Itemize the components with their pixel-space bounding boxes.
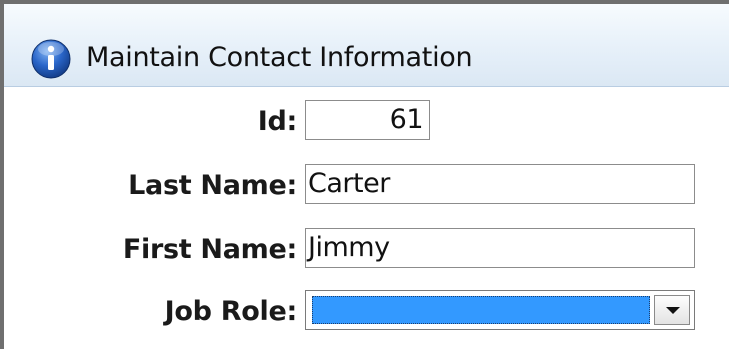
chevron-down-icon [666,307,680,314]
last-name-field[interactable]: Carter [305,164,695,204]
job-role-label: Job Role: [164,296,298,327]
job-role-select[interactable] [305,290,695,330]
job-role-selected-value [312,296,650,324]
first-name-field[interactable]: Jimmy [305,228,695,268]
job-role-dropdown-button[interactable] [654,295,690,325]
info-icon [31,39,71,79]
window-title: Maintain Contact Information [86,42,473,73]
title-bar: Maintain Contact Information [4,4,729,87]
last-name-label: Last Name: [128,170,297,201]
id-label: Id: [257,106,298,137]
contact-dialog: Maintain Contact Information Id: 61 Last… [0,0,729,349]
id-field[interactable]: 61 [305,100,430,140]
first-name-label: First Name: [122,234,297,265]
